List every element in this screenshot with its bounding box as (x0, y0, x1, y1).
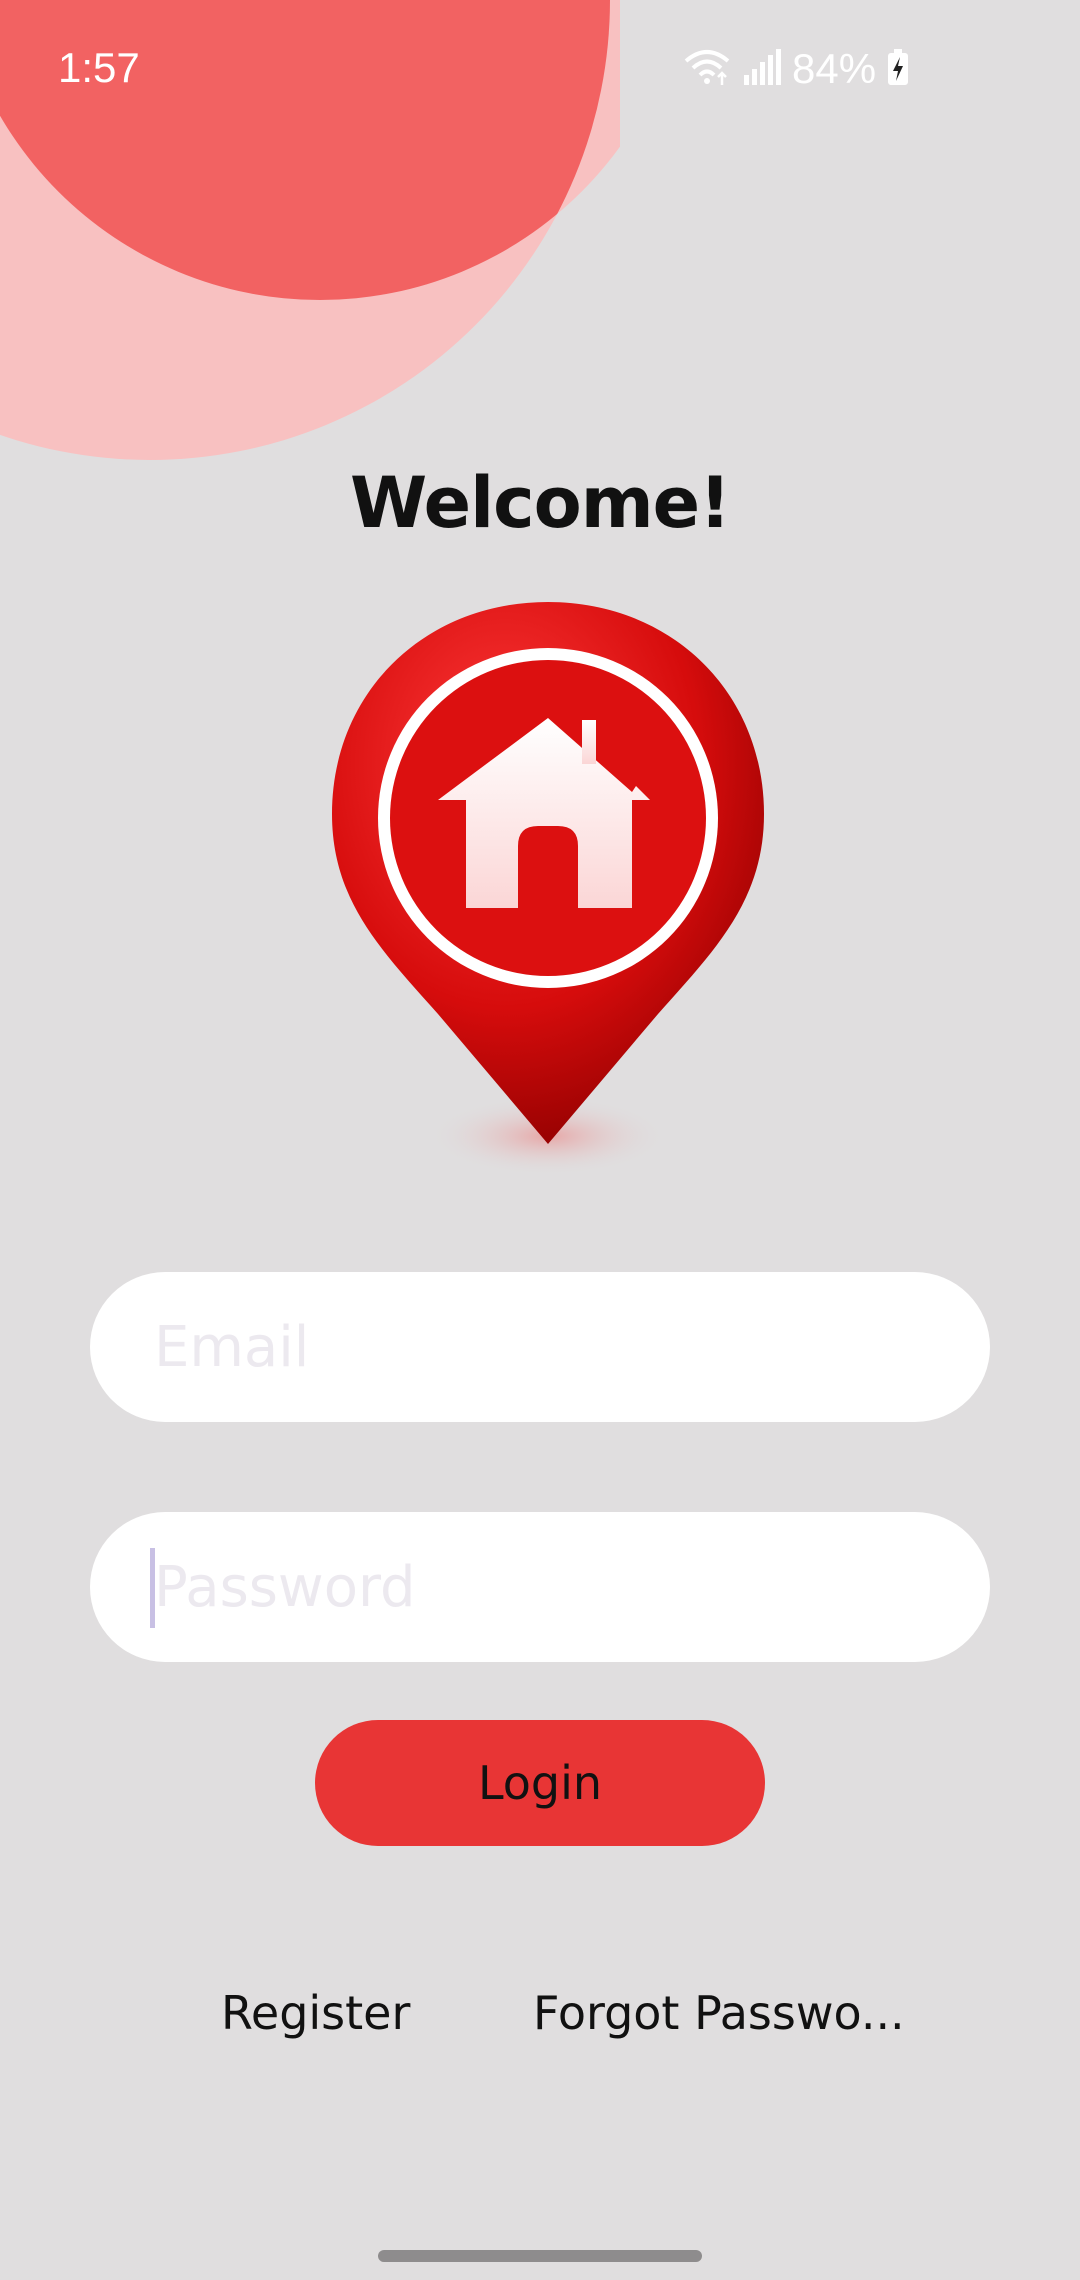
battery-percent: 84% (792, 45, 877, 92)
home-location-pin-icon (320, 596, 770, 1186)
email-input[interactable] (152, 1313, 916, 1381)
signal-icon (742, 47, 782, 92)
register-link[interactable]: Register (221, 1986, 410, 2040)
home-indicator[interactable] (378, 2250, 702, 2262)
status-bar: 1:57 84% (0, 0, 1080, 140)
password-input[interactable] (152, 1553, 916, 1621)
forgot-password-link[interactable]: Forgot Passwo... (533, 1986, 905, 2040)
wifi-icon (682, 47, 732, 92)
status-icons: 84% (682, 44, 910, 94)
text-caret (150, 1548, 155, 1628)
password-field[interactable] (90, 1512, 990, 1662)
page-title: Welcome! (349, 462, 731, 544)
login-button[interactable]: Login (315, 1720, 765, 1846)
status-time: 1:57 (58, 44, 140, 91)
battery-charging-icon (886, 47, 910, 92)
email-field[interactable] (90, 1272, 990, 1422)
